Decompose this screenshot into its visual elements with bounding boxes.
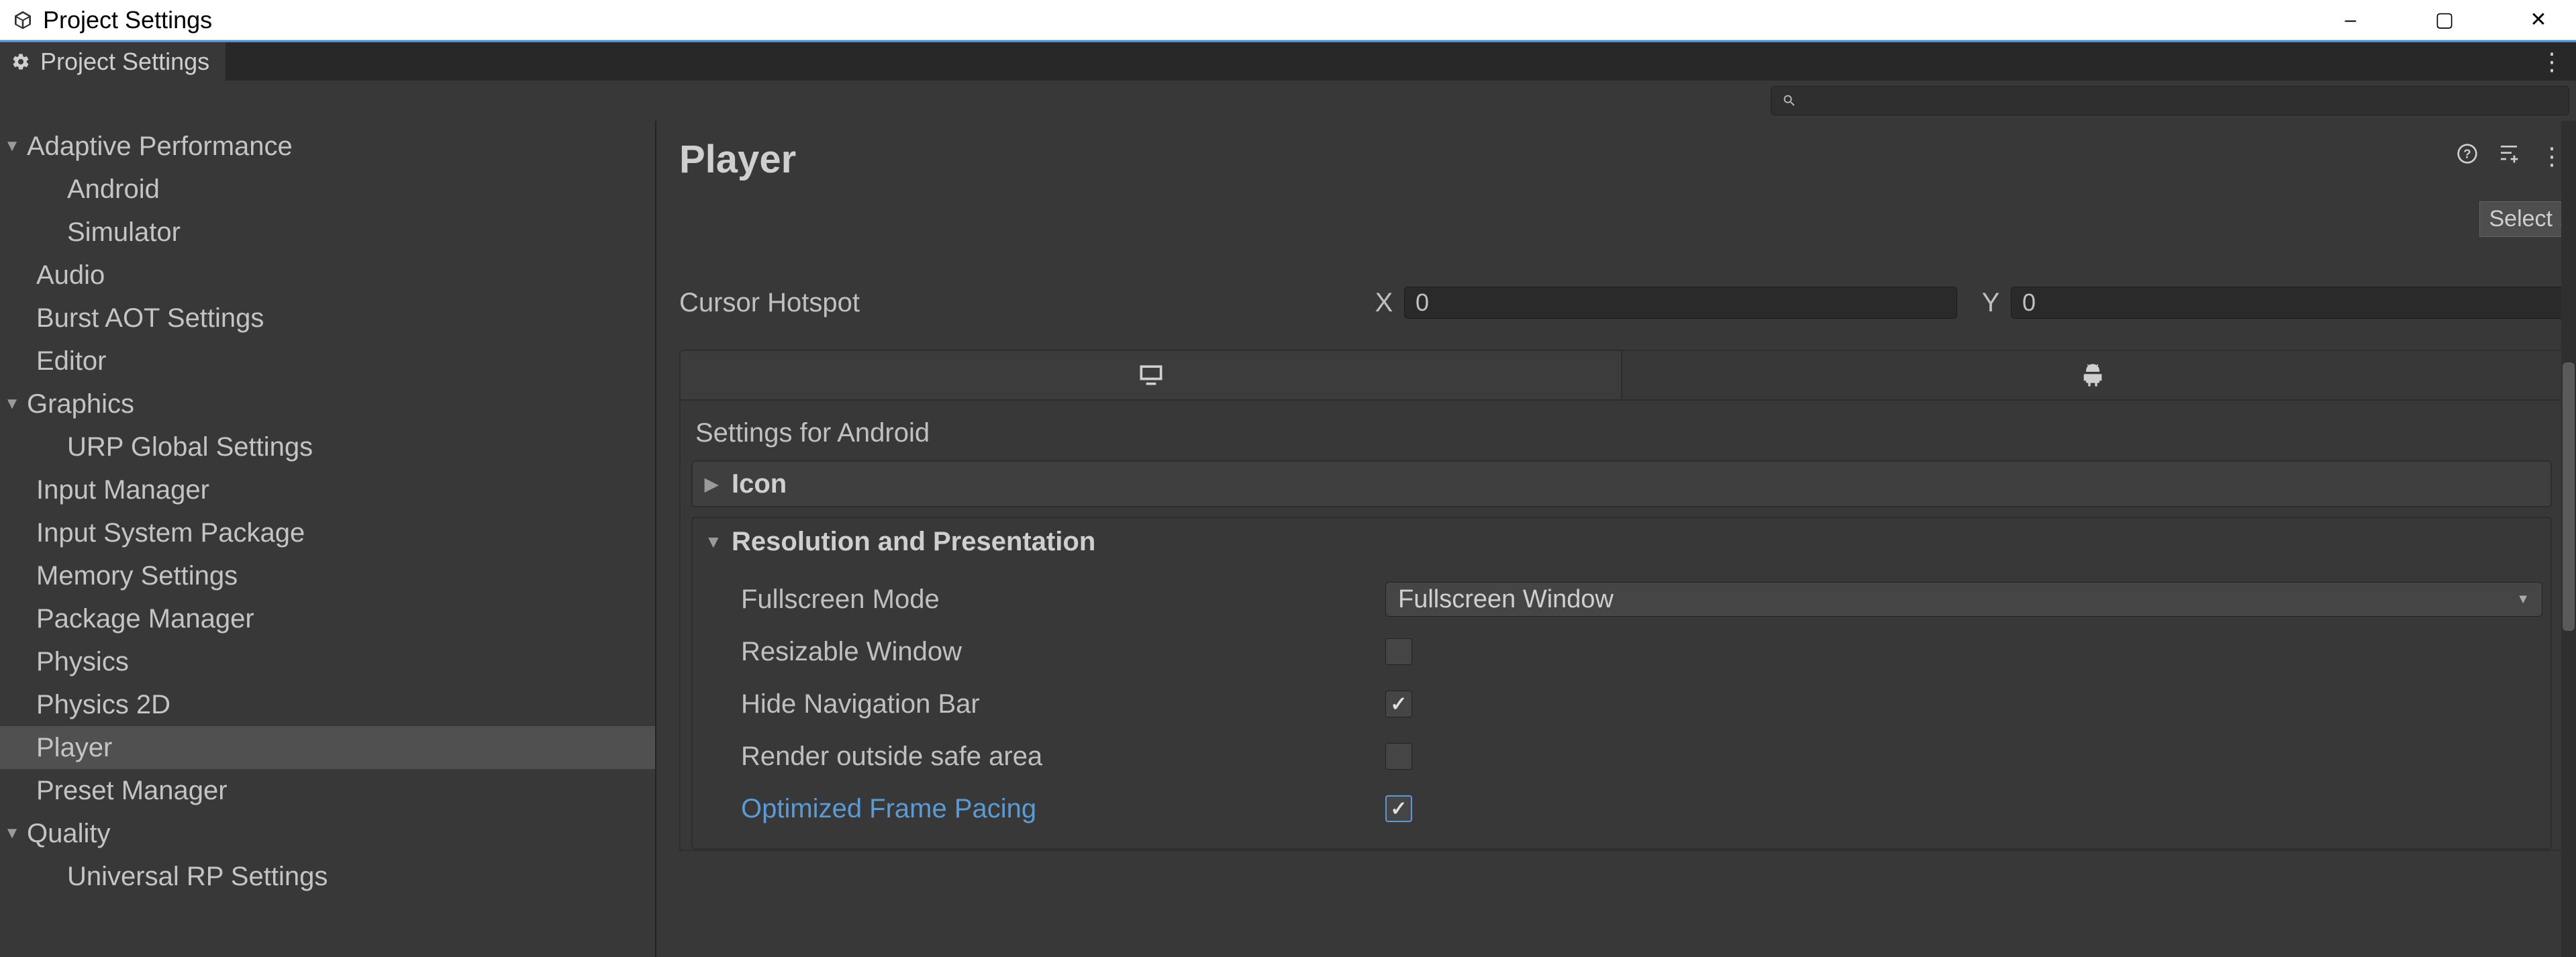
optimized-frame-pacing-label: Optimized Frame Pacing bbox=[741, 794, 1385, 824]
tabbar-kebab-icon[interactable]: ⋮ bbox=[2540, 48, 2576, 76]
sidebar-item-label: Adaptive Performance bbox=[27, 132, 293, 162]
sidebar-item-label: Input Manager bbox=[36, 475, 209, 505]
window-titlebar: Project Settings – ▢ ✕ bbox=[0, 0, 2576, 40]
platform-tab-android[interactable] bbox=[1621, 351, 2563, 399]
search-row bbox=[0, 81, 2576, 121]
sidebar-item-label: Editor bbox=[36, 346, 107, 376]
sidebar-item-label: URP Global Settings bbox=[67, 432, 313, 462]
cursor-hotspot-row: Cursor Hotspot X 0 Y 0 bbox=[679, 283, 2564, 323]
sidebar-item-label: Universal RP Settings bbox=[67, 862, 328, 892]
scrollbar-thumb[interactable] bbox=[2563, 362, 2575, 631]
help-icon[interactable]: ? bbox=[2457, 142, 2478, 170]
sidebar-item-burst-aot-settings[interactable]: Burst AOT Settings bbox=[0, 297, 655, 340]
caret-down-icon: ▼ bbox=[705, 532, 732, 552]
sidebar-item-android[interactable]: Android bbox=[0, 168, 655, 211]
resizable-window-checkbox[interactable] bbox=[1385, 638, 1412, 665]
sidebar-item-memory-settings[interactable]: Memory Settings bbox=[0, 554, 655, 597]
sidebar-item-label: Android bbox=[67, 174, 160, 205]
tab-project-settings[interactable]: Project Settings bbox=[0, 42, 226, 81]
fullscreen-mode-value: Fullscreen Window bbox=[1398, 585, 1614, 614]
sidebar-item-label: Input System Package bbox=[36, 518, 305, 548]
sidebar-item-editor[interactable]: Editor bbox=[0, 340, 655, 383]
sidebar-item-adaptive-performance[interactable]: ▼Adaptive Performance bbox=[0, 125, 655, 168]
gear-icon bbox=[11, 52, 31, 72]
optimized-frame-pacing-checkbox[interactable] bbox=[1385, 795, 1412, 822]
sidebar-item-package-manager[interactable]: Package Manager bbox=[0, 597, 655, 640]
window-close-button[interactable]: ✕ bbox=[2525, 7, 2552, 34]
render-outside-checkbox[interactable] bbox=[1385, 743, 1412, 770]
foldout-icon[interactable]: ▶ Icon bbox=[691, 460, 2552, 507]
row-optimized-frame-pacing: Optimized Frame Pacing bbox=[741, 783, 2542, 835]
sidebar-item-graphics[interactable]: ▼Graphics bbox=[0, 383, 655, 425]
search-input[interactable] bbox=[1771, 86, 2569, 115]
settings-detail-panel: Player ? ⋮ Select ◀ Cursor Hotspot X bbox=[656, 121, 2576, 957]
row-fullscreen-mode: Fullscreen Mode Fullscreen Window ▼ bbox=[741, 573, 2542, 625]
sidebar-item-label: Physics 2D bbox=[36, 690, 170, 720]
caret-right-icon: ▶ bbox=[705, 474, 732, 495]
chevron-down-icon: ▼ bbox=[2516, 592, 2530, 607]
sidebar-item-player[interactable]: Player bbox=[0, 726, 655, 769]
sidebar-item-audio[interactable]: Audio bbox=[0, 254, 655, 297]
hide-nav-checkbox[interactable] bbox=[1385, 691, 1412, 717]
unity-cube-icon bbox=[11, 8, 35, 32]
search-icon bbox=[1782, 93, 1797, 108]
fullscreen-mode-dropdown[interactable]: Fullscreen Window ▼ bbox=[1385, 582, 2542, 617]
vertical-scrollbar[interactable] bbox=[2561, 121, 2576, 957]
tab-label: Project Settings bbox=[40, 48, 209, 76]
sidebar-item-label: Memory Settings bbox=[36, 561, 238, 591]
sidebar-item-label: Simulator bbox=[67, 217, 181, 248]
sidebar-item-input-manager[interactable]: Input Manager bbox=[0, 468, 655, 511]
sidebar-item-label: Quality bbox=[27, 819, 111, 849]
sidebar-item-quality[interactable]: ▼Quality bbox=[0, 812, 655, 855]
settings-category-tree[interactable]: ▼Adaptive PerformanceAndroidSimulatorAud… bbox=[0, 121, 656, 957]
resizable-window-label: Resizable Window bbox=[741, 637, 1385, 667]
caret-down-icon: ▼ bbox=[0, 395, 24, 413]
sidebar-item-physics[interactable]: Physics bbox=[0, 640, 655, 683]
settings-for-android-label: Settings for Android bbox=[691, 411, 2552, 460]
platform-tabs bbox=[679, 350, 2564, 401]
row-resizable-window: Resizable Window bbox=[741, 625, 2542, 678]
sidebar-item-label: Preset Manager bbox=[36, 776, 228, 806]
svg-text:?: ? bbox=[2463, 147, 2471, 161]
select-texture-button[interactable]: Select bbox=[2479, 201, 2563, 237]
cursor-hotspot-x-input[interactable]: 0 bbox=[1404, 287, 1957, 319]
sidebar-item-label: Graphics bbox=[27, 389, 134, 419]
sidebar-item-physics-2d[interactable]: Physics 2D bbox=[0, 683, 655, 726]
window-minimize-button[interactable]: – bbox=[2337, 7, 2364, 34]
android-icon bbox=[2079, 362, 2106, 389]
fullscreen-mode-label: Fullscreen Mode bbox=[741, 585, 1385, 615]
sidebar-item-urp-global-settings[interactable]: URP Global Settings bbox=[0, 425, 655, 468]
panel-kebab-icon[interactable]: ⋮ bbox=[2540, 142, 2564, 170]
settings-sliders-icon[interactable] bbox=[2498, 142, 2520, 170]
sidebar-item-simulator[interactable]: Simulator bbox=[0, 211, 655, 254]
sidebar-item-label: Player bbox=[36, 733, 112, 763]
caret-down-icon: ▼ bbox=[0, 824, 24, 843]
cursor-hotspot-label: Cursor Hotspot bbox=[679, 288, 1364, 318]
render-outside-label: Render outside safe area bbox=[741, 742, 1385, 772]
window-title: Project Settings bbox=[43, 6, 212, 34]
foldout-resolution-label: Resolution and Presentation bbox=[732, 527, 1095, 557]
sidebar-item-label: Burst AOT Settings bbox=[36, 303, 264, 334]
desktop-icon bbox=[1136, 360, 1166, 390]
sidebar-item-universal-rp-settings[interactable]: Universal RP Settings bbox=[0, 855, 655, 898]
cursor-hotspot-y-input[interactable]: 0 bbox=[2011, 287, 2564, 319]
foldout-resolution-presentation[interactable]: ▼ Resolution and Presentation bbox=[693, 518, 2550, 565]
sidebar-item-preset-manager[interactable]: Preset Manager bbox=[0, 769, 655, 812]
sidebar-item-label: Audio bbox=[36, 260, 105, 291]
sidebar-item-input-system-package[interactable]: Input System Package bbox=[0, 511, 655, 554]
sidebar-item-label: Package Manager bbox=[36, 604, 254, 634]
row-render-outside-safe-area: Render outside safe area bbox=[741, 730, 2542, 783]
foldout-icon-label: Icon bbox=[732, 469, 787, 499]
platform-tab-desktop[interactable] bbox=[681, 351, 1621, 399]
page-title: Player bbox=[679, 137, 796, 182]
editor-tabbar: Project Settings ⋮ bbox=[0, 40, 2576, 81]
row-hide-navigation-bar: Hide Navigation Bar bbox=[741, 678, 2542, 730]
cursor-hotspot-y-label: Y bbox=[1971, 288, 2011, 318]
sidebar-item-label: Physics bbox=[36, 647, 129, 677]
cursor-hotspot-x-label: X bbox=[1364, 288, 1404, 318]
caret-down-icon: ▼ bbox=[0, 137, 24, 156]
window-maximize-button[interactable]: ▢ bbox=[2431, 7, 2458, 34]
hide-nav-label: Hide Navigation Bar bbox=[741, 689, 1385, 719]
